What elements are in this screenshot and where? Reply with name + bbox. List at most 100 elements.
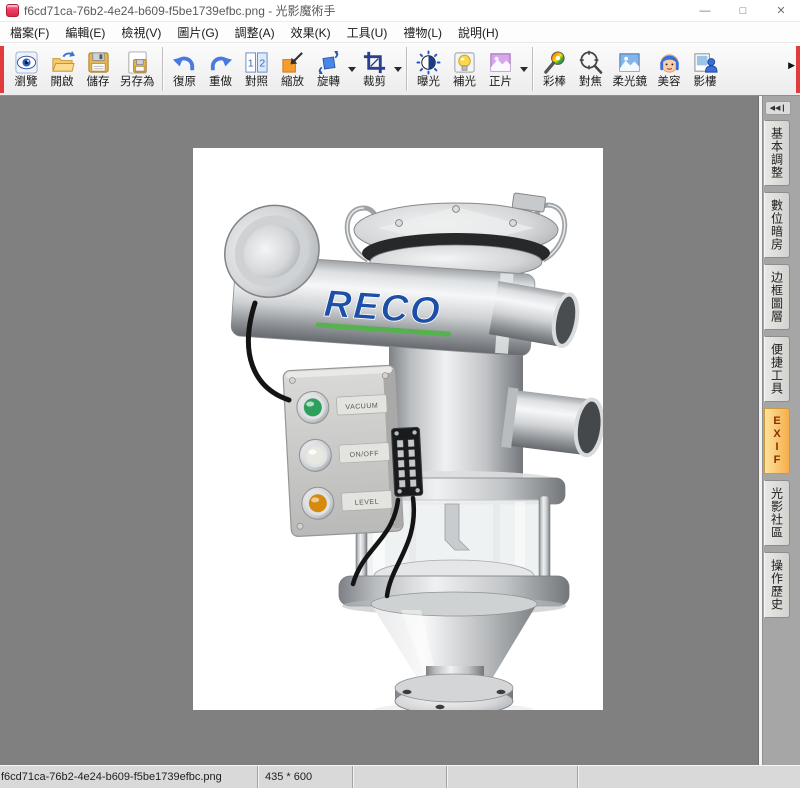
close-button[interactable]: ✕ [762, 0, 800, 22]
menu-gifts[interactable]: 禮物(L) [395, 22, 450, 43]
toolbar-separator [406, 47, 408, 91]
compare-button[interactable]: 12 對照 [240, 48, 274, 91]
menu-bar: 檔案(F) 編輯(E) 檢視(V) 圖片(G) 調整(A) 效果(K) 工具(U… [0, 22, 800, 43]
menu-tools[interactable]: 工具(U) [339, 22, 396, 43]
crop-label: 裁剪 [363, 76, 386, 89]
studio-label: 影樓 [694, 76, 717, 89]
focus-label: 對焦 [579, 76, 602, 89]
toolbar: 瀏覽 開啟 儲存 另存為 復原 重做 12 對照 縮放 [0, 43, 800, 96]
tab-history[interactable]: 操作歷史 [764, 552, 790, 618]
menu-picture[interactable]: 圖片(G) [169, 22, 226, 43]
positive-film-icon [488, 50, 513, 75]
svg-text:2: 2 [259, 57, 265, 69]
beauty-face-icon [657, 50, 682, 75]
undo-label: 復原 [173, 76, 196, 89]
panel-splitter[interactable] [758, 96, 763, 765]
image-viewport: RECO [0, 96, 758, 765]
positive-film-label: 正片 [489, 76, 512, 89]
tab-community[interactable]: 光影社區 [764, 480, 790, 546]
tab-digital-darkroom[interactable]: 數位暗房 [764, 192, 790, 258]
status-cell-4 [447, 766, 578, 788]
status-cell-3 [353, 766, 447, 788]
color-wand-button[interactable]: 彩棒 [538, 48, 572, 91]
maximize-button[interactable]: □ [724, 0, 762, 22]
right-sidebar: ◀◀❙ 基本調整 數位暗房 边框圖層 便捷工具 EXIF 光影社區 操作歷史 [758, 96, 800, 765]
save-floppy-icon [86, 50, 111, 75]
resize-icon [280, 50, 305, 75]
sidebar-tabs: 基本調整 數位暗房 边框圖層 便捷工具 EXIF 光影社區 操作歷史 [764, 120, 794, 624]
save-button[interactable]: 儲存 [81, 48, 115, 91]
color-wand-label: 彩棒 [543, 76, 566, 89]
fill-light-label: 補光 [453, 76, 476, 89]
save-as-label: 另存為 [120, 76, 155, 89]
main-area: RECO [0, 96, 800, 765]
soft-lens-button[interactable]: 柔光鏡 [610, 48, 651, 91]
redo-button[interactable]: 重做 [204, 48, 238, 91]
undo-button[interactable]: 復原 [168, 48, 202, 91]
crop-dropdown-arrow[interactable] [393, 49, 403, 89]
collapse-panel-button[interactable]: ◀◀❙ [765, 101, 791, 115]
level-plaque: LEVEL [355, 499, 380, 507]
crop-button[interactable]: 裁剪 [358, 48, 392, 91]
menu-edit[interactable]: 編輯(E) [57, 22, 113, 43]
menu-file[interactable]: 檔案(F) [2, 22, 57, 43]
status-image-size: 435 * 600 [258, 766, 353, 788]
studio-button[interactable]: 影樓 [688, 48, 722, 91]
window-controls: — □ ✕ [686, 0, 800, 22]
focus-reticle-icon [578, 50, 603, 75]
exposure-label: 曝光 [417, 76, 440, 89]
open-button[interactable]: 開啟 [45, 48, 79, 91]
exposure-button[interactable]: 曝光 [412, 48, 446, 91]
menu-adjust[interactable]: 調整(A) [227, 22, 283, 43]
app-icon [6, 4, 19, 17]
tab-border-layers[interactable]: 边框圖層 [764, 264, 790, 330]
studio-icon [693, 50, 718, 75]
toolbar-left-handle [0, 46, 4, 93]
rotate-label: 旋轉 [317, 76, 340, 89]
save-as-button[interactable]: 另存為 [117, 48, 158, 91]
vacuum-conveyor-image: RECO [193, 148, 603, 710]
rotate-dropdown-arrow[interactable] [347, 49, 357, 89]
open-folder-icon [50, 50, 75, 75]
save-label: 儲存 [87, 76, 110, 89]
beauty-button[interactable]: 美容 [652, 48, 686, 91]
redo-arrow-icon [208, 50, 233, 75]
collapse-icon: ◀◀❙ [770, 104, 787, 112]
menu-view[interactable]: 檢視(V) [113, 22, 169, 43]
resize-button[interactable]: 縮放 [276, 48, 310, 91]
menu-help[interactable]: 說明(H) [450, 22, 507, 43]
exposure-sun-icon [416, 50, 441, 75]
rotate-button[interactable]: 旋轉 [312, 48, 346, 91]
toolbar-right-handle [796, 46, 800, 93]
color-wand-icon [542, 50, 567, 75]
tab-exif[interactable]: EXIF [764, 408, 790, 474]
svg-text:1: 1 [248, 57, 254, 69]
app-window: f6cd71ca-76b2-4e24-b609-f5be1739efbc.png… [0, 0, 800, 788]
window-title: f6cd71ca-76b2-4e24-b609-f5be1739efbc.png… [24, 2, 336, 19]
photo-canvas: RECO [193, 148, 603, 710]
browse-button[interactable]: 瀏覽 [9, 48, 43, 91]
toolbar-overflow-arrow[interactable]: ▶ [788, 60, 795, 71]
status-bar: f6cd71ca-76b2-4e24-b609-f5be1739efbc.png… [0, 765, 800, 788]
open-label: 開啟 [51, 76, 74, 89]
toolbar-separator [532, 47, 534, 91]
compare-panels-icon: 12 [244, 50, 269, 75]
undo-arrow-icon [172, 50, 197, 75]
save-as-icon [125, 50, 150, 75]
tab-basic-adjust[interactable]: 基本調整 [764, 120, 790, 186]
redo-label: 重做 [209, 76, 232, 89]
beauty-label: 美容 [658, 76, 681, 89]
minimize-button[interactable]: — [686, 0, 724, 22]
compare-label: 對照 [245, 76, 268, 89]
title-bar: f6cd71ca-76b2-4e24-b609-f5be1739efbc.png… [0, 0, 800, 22]
tab-quick-tools[interactable]: 便捷工具 [764, 336, 790, 402]
focus-button[interactable]: 對焦 [574, 48, 608, 91]
positive-film-button[interactable]: 正片 [484, 48, 518, 91]
fill-light-bulb-icon [452, 50, 477, 75]
menu-effects[interactable]: 效果(K) [283, 22, 339, 43]
fill-light-button[interactable]: 補光 [448, 48, 482, 91]
crop-icon [362, 50, 387, 75]
positive-film-dropdown-arrow[interactable] [519, 49, 529, 89]
browse-eye-icon [14, 50, 39, 75]
toolbar-separator [162, 47, 164, 91]
